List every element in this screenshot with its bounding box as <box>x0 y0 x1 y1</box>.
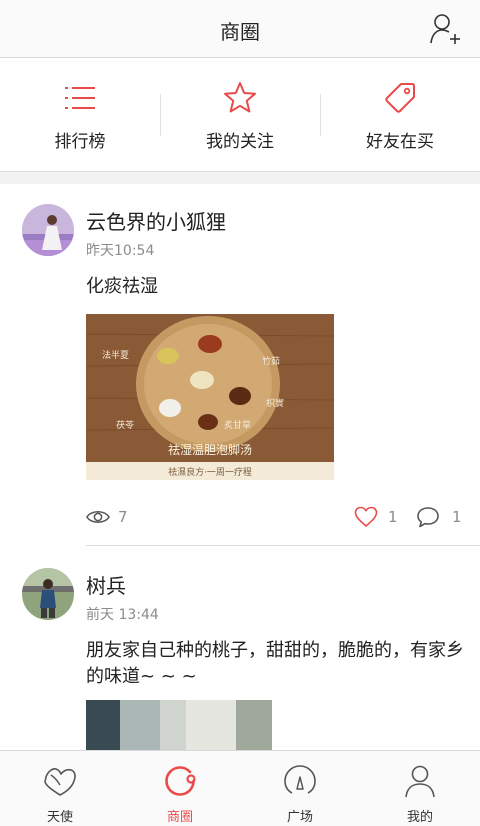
comment-button[interactable]: 1 <box>416 506 462 530</box>
tab-ranking[interactable]: 排行榜 <box>0 58 160 172</box>
image-subcaption: 祛濕良方·一周一疗程 <box>168 466 252 478</box>
star-icon <box>224 82 256 113</box>
view-count-value: 7 <box>118 508 128 526</box>
nav-profile-label: 我的 <box>406 810 433 825</box>
top-bar: 商圈 <box>0 0 480 58</box>
avatar[interactable] <box>22 204 74 256</box>
herb-label: 竹茹 <box>262 355 280 367</box>
angel-icon <box>44 768 76 796</box>
post-author[interactable]: 树兵 <box>86 570 126 599</box>
nav-business-circle[interactable]: 商圈 <box>120 751 240 826</box>
like-button[interactable]: 1 <box>354 506 398 530</box>
nav-angel[interactable]: 天使 <box>0 751 120 826</box>
eye-icon <box>86 511 110 523</box>
tab-following-label: 我的关注 <box>206 132 274 152</box>
list-item[interactable]: 树兵 前天 13:44 朋友家自己种的桃子，甜甜的，脆脆的，有家乡的味道~ ~ … <box>0 546 480 750</box>
tab-ranking-label: 排行榜 <box>54 132 106 152</box>
post-image[interactable] <box>86 700 272 750</box>
nav-angel-label: 天使 <box>46 810 73 825</box>
comment-icon <box>417 507 439 528</box>
image-caption: 祛湿温胆泡脚汤 <box>168 442 252 457</box>
nav-plaza[interactable]: 广场 <box>240 751 360 826</box>
heart-icon <box>354 506 378 528</box>
quick-tabs: 排行榜 我的关注 好友在买 <box>0 58 480 172</box>
post-text: 朋友家自己种的桃子，甜甜的，脆脆的，有家乡的味道~ ~ ~ <box>86 640 464 687</box>
tag-icon <box>385 83 415 113</box>
herb-label: 法半夏 <box>102 349 129 361</box>
post-time: 昨天10:54 <box>86 243 155 259</box>
nav-business-circle-label: 商圈 <box>166 810 193 825</box>
feed-list[interactable]: 云色界的小狐狸 昨天10:54 化痰祛湿 法半夏 竹茹 枳實 茯苓 炙甘草 祛湿… <box>0 184 480 750</box>
post-author[interactable]: 云色界的小狐狸 <box>86 206 226 235</box>
nav-plaza-label: 广场 <box>286 810 313 825</box>
herb-label: 炙甘草 <box>224 419 251 431</box>
list-icon <box>65 87 95 109</box>
comment-count: 1 <box>452 508 462 526</box>
plaza-icon <box>284 765 316 794</box>
business-circle-icon <box>165 766 196 796</box>
tab-following[interactable]: 我的关注 <box>160 58 320 172</box>
herb-label: 茯苓 <box>116 419 134 431</box>
like-count: 1 <box>388 508 398 526</box>
tab-friends-buying-label: 好友在买 <box>366 132 434 152</box>
bottom-nav: 天使 商圈 广场 我的 <box>0 750 480 826</box>
app-screen: 商圈 排行榜 我的关注 好友在买 云色界的小狐狸 昨天10:54 化痰祛湿 法半… <box>0 0 480 826</box>
page-title: 商圈 <box>220 20 260 44</box>
add-friend-icon[interactable] <box>428 12 462 46</box>
tab-friends-buying[interactable]: 好友在买 <box>320 58 480 172</box>
profile-icon <box>405 765 435 798</box>
post-time: 前天 13:44 <box>86 607 159 623</box>
post-image[interactable]: 法半夏 竹茹 枳實 茯苓 炙甘草 祛湿温胆泡脚汤 祛濕良方·一周一疗程 <box>86 314 334 480</box>
post-stats: 7 1 1 <box>86 506 466 530</box>
herb-label: 枳實 <box>266 397 284 409</box>
nav-profile[interactable]: 我的 <box>360 751 480 826</box>
avatar[interactable] <box>22 568 74 620</box>
post-text: 化痰祛湿 <box>86 276 158 297</box>
list-item[interactable]: 云色界的小狐狸 昨天10:54 化痰祛湿 法半夏 竹茹 枳實 茯苓 炙甘草 祛湿… <box>0 184 480 546</box>
